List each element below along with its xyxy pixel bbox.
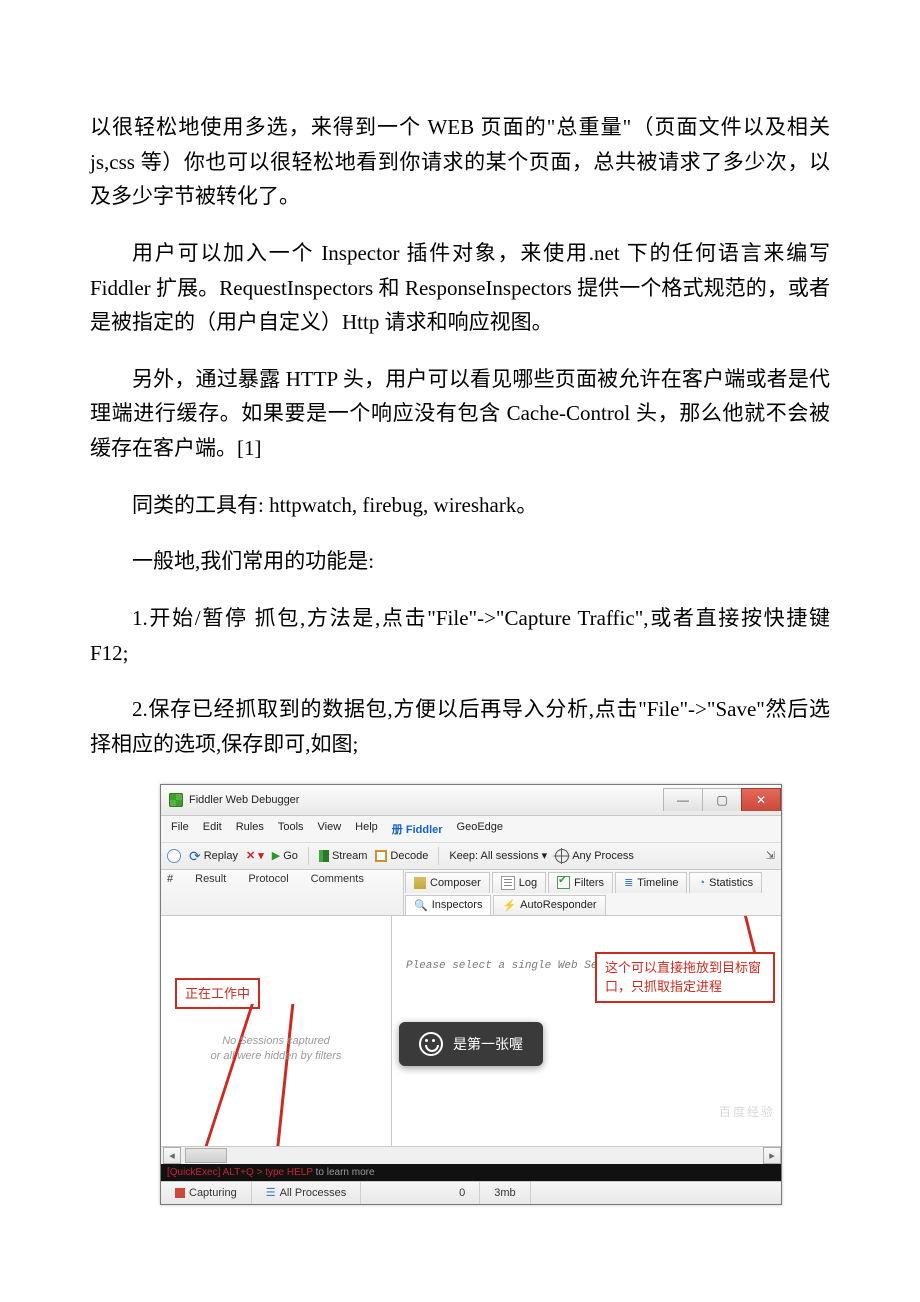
- col-result[interactable]: Result: [195, 873, 226, 912]
- separator: [308, 847, 309, 865]
- session-columns: # Result Protocol Comments: [161, 870, 404, 916]
- keep-sessions-dropdown[interactable]: Keep: All sessions ▾: [449, 849, 547, 862]
- content-split: 正在工作中 No Sessions captured or all were h…: [161, 916, 781, 1146]
- paragraph-7: 2.保存已经抓取到的数据包,方便以后再导入分析,点击"File"->"Save"…: [90, 692, 830, 761]
- paragraph-4: 同类的工具有: httpwatch, firebug, wireshark。: [90, 488, 830, 523]
- window-title: Fiddler Web Debugger: [189, 794, 299, 806]
- menu-rules[interactable]: Rules: [236, 821, 264, 837]
- comment-button[interactable]: [167, 849, 181, 863]
- fiddler-icon: [169, 793, 183, 807]
- smiley-icon: [419, 1032, 443, 1056]
- menu-geoedge[interactable]: GeoEdge: [457, 821, 503, 837]
- annotation-anyprocess: 这个可以直接拖放到目标窗口，只抓取指定进程: [595, 952, 775, 1003]
- quickexec-label: [QuickExec] ALT+Q > type: [167, 1167, 287, 1178]
- minimize-button[interactable]: —: [663, 788, 703, 811]
- status-process-filter[interactable]: ☰ All Processes: [252, 1182, 362, 1204]
- statusbar: Capturing ☰ All Processes 0 3mb: [161, 1181, 781, 1204]
- menu-help[interactable]: Help: [355, 821, 378, 837]
- annotation-arrow: [187, 1004, 254, 1146]
- toast-first-image: 是第一张喔: [399, 1022, 543, 1066]
- status-session-count: 0: [361, 1182, 480, 1204]
- toast-text: 是第一张喔: [453, 1034, 523, 1054]
- tab-timeline[interactable]: ≣Timeline: [615, 872, 687, 893]
- col-comments[interactable]: Comments: [311, 873, 364, 912]
- quickexec-help: HELP: [287, 1167, 313, 1178]
- tab-composer[interactable]: Composer: [405, 872, 490, 893]
- titlebar: Fiddler Web Debugger — ▢ ✕: [161, 785, 781, 816]
- paragraph-2: 用户可以加入一个 Inspector 插件对象，来使用.net 下的任何语言来编…: [90, 236, 830, 340]
- menu-edit[interactable]: Edit: [203, 821, 222, 837]
- separator: [438, 847, 439, 865]
- status-capturing[interactable]: Capturing: [161, 1182, 252, 1204]
- remove-button[interactable]: ✕ ▾: [246, 849, 264, 862]
- menu-view[interactable]: View: [318, 821, 342, 837]
- tab-inspectors[interactable]: 🔍Inspectors: [405, 895, 491, 915]
- session-list[interactable]: 正在工作中 No Sessions captured or all were h…: [161, 916, 392, 1146]
- process-filter-icon: ☰: [266, 1186, 276, 1199]
- capturing-icon: [175, 1188, 185, 1198]
- no-sessions-msg: No Sessions captured or all were hidden …: [161, 1034, 391, 1065]
- tab-log[interactable]: Log: [492, 872, 546, 893]
- status-size: 3mb: [480, 1182, 530, 1204]
- menubar: File Edit Rules Tools View Help 册 Fiddle…: [161, 816, 781, 843]
- col-protocol[interactable]: Protocol: [248, 873, 288, 912]
- go-button[interactable]: ▶Go: [272, 849, 298, 862]
- stream-button[interactable]: Stream: [319, 850, 367, 862]
- scroll-right-button[interactable]: ▸: [763, 1147, 781, 1164]
- paragraph-5: 一般地,我们常用的功能是:: [90, 544, 830, 579]
- quickexec-hint: to learn more: [313, 1167, 375, 1178]
- tab-filters[interactable]: Filters: [548, 872, 613, 893]
- col-num[interactable]: #: [167, 873, 173, 912]
- quickexec-bar[interactable]: [QuickExec] ALT+Q > type HELP to learn m…: [161, 1164, 781, 1181]
- annotation-arrow: [271, 1004, 295, 1146]
- scroll-left-button[interactable]: ◂: [163, 1147, 181, 1164]
- paragraph-6: 1.开始/暂停 抓包,方法是,点击"File"->"Capture Traffi…: [90, 601, 830, 670]
- tab-statistics[interactable]: ◔Statistics: [689, 872, 762, 893]
- menu-file[interactable]: File: [171, 821, 189, 837]
- maximize-button[interactable]: ▢: [702, 788, 742, 811]
- right-tabstrip: Composer Log Filters ≣Timeline ◔Statisti…: [404, 870, 781, 916]
- menu-tools[interactable]: Tools: [278, 821, 304, 837]
- h-scrollbar[interactable]: ◂ ▸: [161, 1146, 781, 1164]
- menu-fiddler-brand[interactable]: 册 Fiddler: [392, 821, 443, 837]
- close-button[interactable]: ✕: [741, 788, 781, 811]
- any-process-button[interactable]: Any Process: [555, 849, 634, 863]
- toolbar-overflow[interactable]: ⇲: [766, 849, 775, 862]
- tab-autoresponder[interactable]: ⚡AutoResponder: [493, 895, 605, 915]
- paragraph-3: 另外，通过暴露 HTTP 头，用户可以看见哪些页面被允许在客户端或者是代理端进行…: [90, 362, 830, 466]
- decode-button[interactable]: Decode: [375, 850, 428, 862]
- replay-button[interactable]: ⟳Replay: [189, 849, 238, 863]
- fiddler-window: Fiddler Web Debugger — ▢ ✕ File Edit Rul…: [160, 784, 782, 1205]
- scroll-thumb[interactable]: [185, 1148, 227, 1163]
- toolbar: ⟳Replay ✕ ▾ ▶Go Stream Decode Keep: All …: [161, 843, 781, 870]
- paragraph-1: 以很轻松地使用多选，来得到一个 WEB 页面的"总重量"（页面文件以及相关 js…: [90, 110, 830, 214]
- annotation-working: 正在工作中: [175, 978, 260, 1010]
